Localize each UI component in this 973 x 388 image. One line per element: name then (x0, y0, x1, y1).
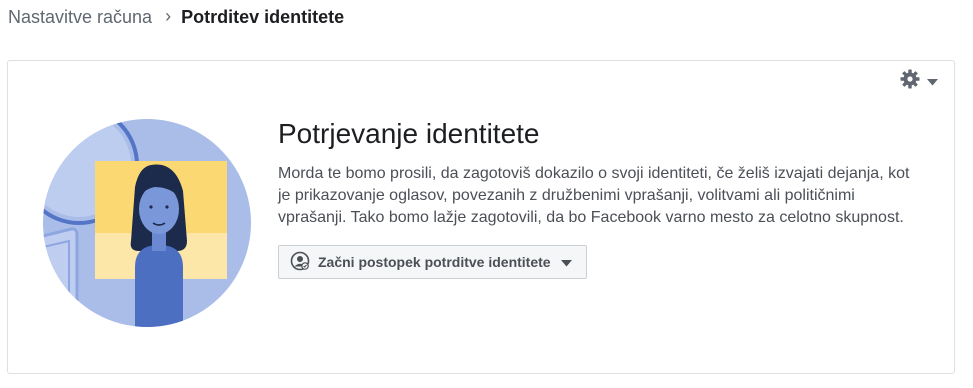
breadcrumb: Nastavitve računa › Potrditev identitete (8, 5, 344, 29)
start-identity-confirmation-button[interactable]: Začni postopek potrditve identitete (278, 245, 587, 279)
caret-down-icon (927, 73, 938, 91)
breadcrumb-account-settings-link[interactable]: Nastavitve računa (8, 7, 152, 28)
gear-icon (900, 69, 920, 94)
caret-down-icon (560, 254, 572, 270)
identity-confirmation-card: Potrjevanje identitete Morda te bomo pro… (7, 60, 955, 374)
identity-illustration (39, 117, 255, 329)
identity-description: Morda te bomo prosili, da zagotoviš doka… (278, 165, 910, 226)
settings-menu-button[interactable] (900, 69, 938, 94)
breadcrumb-current-page: Potrditev identitete (181, 6, 345, 27)
identity-content: Potrjevanje identitete Morda te bomo pro… (278, 117, 928, 279)
breadcrumb-separator: › (165, 5, 172, 26)
identity-title: Potrjevanje identitete (278, 118, 540, 149)
start-identity-confirmation-label: Začni postopek potrditve identitete (318, 254, 551, 270)
identity-badge-icon (290, 251, 310, 274)
